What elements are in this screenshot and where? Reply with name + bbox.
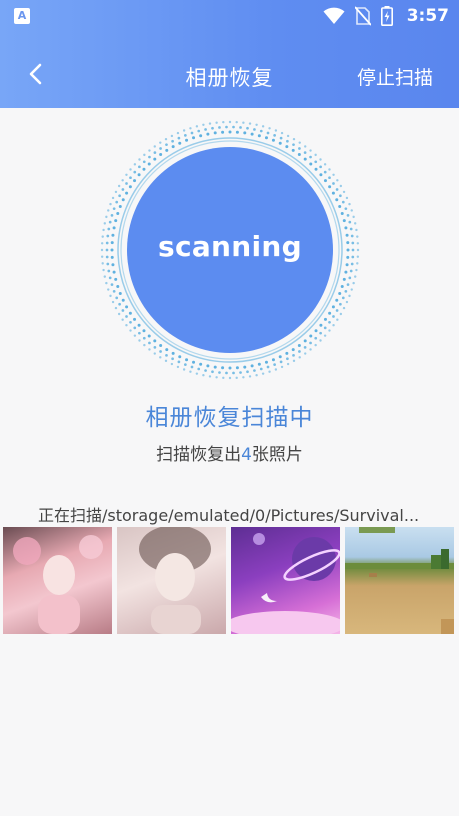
- wifi-icon: [323, 7, 345, 24]
- scan-indicator: scanning: [99, 119, 361, 381]
- app-header: A 3:57 相册恢复 停止扫描: [0, 0, 459, 108]
- scan-path: 正在扫描/storage/emulated/0/Pictures/Surviva…: [38, 506, 420, 525]
- status-icons: 3:57: [323, 4, 449, 28]
- pink-girl-image: [13, 535, 103, 634]
- recovered-photos: [3, 527, 454, 634]
- photo-thumbnail[interactable]: [345, 527, 454, 634]
- no-sim-icon: [354, 6, 371, 26]
- battery-charging-icon: [380, 6, 393, 26]
- photo-thumbnail[interactable]: [3, 527, 112, 634]
- scan-status-title: 相册恢复扫描中: [145, 405, 314, 431]
- count-prefix: 扫描恢复出: [156, 445, 242, 465]
- scanning-label: scanning: [158, 230, 302, 263]
- scan-result-count: 扫描恢复出4张照片: [0, 440, 459, 465]
- status-bar: A 3:57: [0, 0, 459, 32]
- photo-count: 4: [241, 445, 252, 465]
- count-suffix: 张照片: [251, 445, 303, 465]
- photo-thumbnail[interactable]: [231, 527, 340, 634]
- girl-portrait-image: [139, 527, 211, 634]
- photo-thumbnail[interactable]: [117, 527, 226, 634]
- purple-planet-image: [231, 533, 340, 634]
- notification-app-icon: A: [14, 8, 30, 24]
- blocky-landscape-image: [345, 527, 454, 634]
- toolbar: 相册恢复 停止扫描: [0, 48, 459, 104]
- clock: 3:57: [406, 6, 449, 26]
- stop-scan-button[interactable]: 停止扫描: [357, 63, 433, 90]
